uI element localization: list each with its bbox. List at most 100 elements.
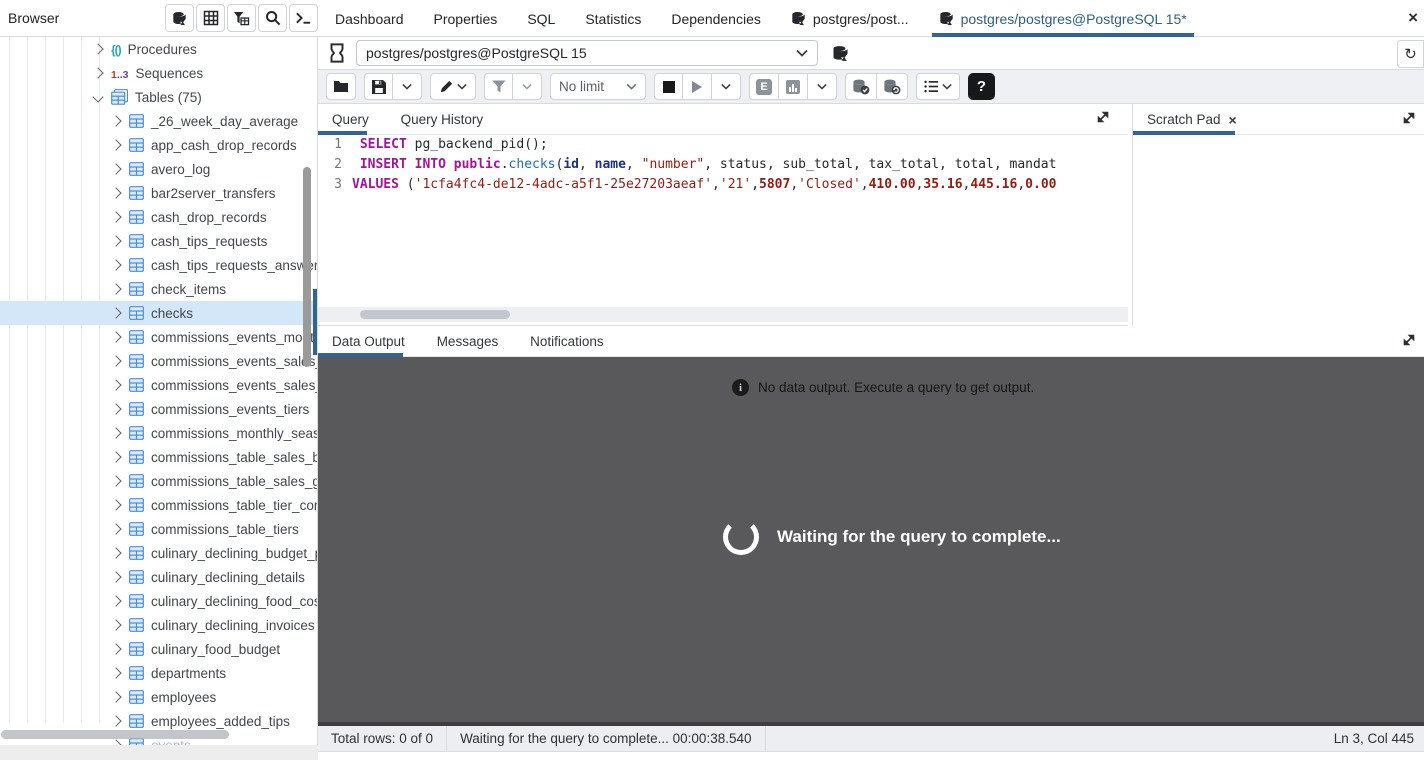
view-data-grid-button[interactable] <box>196 4 225 32</box>
chevron-right-icon[interactable] <box>110 667 122 679</box>
chevron-right-icon[interactable] <box>110 307 122 319</box>
output-expand-icon[interactable] <box>1402 333 1416 347</box>
tab-scratch-pad[interactable]: Scratch Pad × <box>1133 104 1251 135</box>
explain-analyze-button[interactable] <box>779 73 808 100</box>
tab-messages[interactable]: Messages <box>423 326 513 357</box>
row-limit-select[interactable]: No limit <box>550 73 646 100</box>
object-menu-button[interactable] <box>165 4 194 32</box>
tree-item-culinary_declining_details[interactable]: culinary_declining_details <box>0 565 317 589</box>
open-file-button[interactable] <box>326 73 356 100</box>
help-button[interactable]: ? <box>968 73 995 100</box>
connection-select[interactable]: postgres/postgres@PostgreSQL 15 <box>356 40 818 66</box>
tree-item-employees[interactable]: employees <box>0 685 317 709</box>
tree-item-procedures[interactable]: {() Procedures <box>0 37 317 61</box>
psql-tool-button[interactable] <box>289 4 318 32</box>
chevron-right-icon[interactable] <box>110 715 122 727</box>
tree-item-commissions_events_tiers[interactable]: commissions_events_tiers <box>0 397 317 421</box>
chevron-right-icon[interactable] <box>110 547 122 559</box>
tree-item-check_items[interactable]: check_items <box>0 277 317 301</box>
tree-item-commissions_table_sales_g[interactable]: commissions_table_sales_g <box>0 469 317 493</box>
tree-item-checks[interactable]: checks <box>0 301 317 325</box>
rollback-button[interactable] <box>877 73 908 100</box>
tree-item-tables75[interactable]: Tables (75) <box>0 85 317 109</box>
chevron-right-icon[interactable] <box>110 451 122 463</box>
tree-item-culinary_declining_invoices[interactable]: culinary_declining_invoices <box>0 613 317 637</box>
tab-query[interactable]: Query <box>318 104 383 135</box>
scratch-pad-expand-icon[interactable] <box>1402 111 1416 125</box>
tree-item-commissions_table_tiers[interactable]: commissions_table_tiers <box>0 517 317 541</box>
tree-item-departments[interactable]: departments <box>0 661 317 685</box>
tree-item-commissions_monthly_seas[interactable]: commissions_monthly_seas <box>0 421 317 445</box>
new-connection-button[interactable] <box>832 45 849 62</box>
cancel-query-button[interactable] <box>654 73 683 100</box>
chevron-right-icon[interactable] <box>110 235 122 247</box>
chevron-right-icon[interactable] <box>110 163 122 175</box>
tree-item-commissions_events_month[interactable]: commissions_events_month <box>0 325 317 349</box>
chevron-right-icon[interactable] <box>110 595 122 607</box>
chevron-right-icon[interactable] <box>110 403 122 415</box>
main-tab-4[interactable]: Dependencies <box>656 0 776 37</box>
main-tab-2[interactable]: SQL <box>512 0 570 37</box>
editor-horizontal-scrollbar[interactable] <box>360 310 510 319</box>
commit-button[interactable] <box>845 73 877 100</box>
tab-query-history[interactable]: Query History <box>387 104 498 135</box>
filter-button[interactable] <box>484 73 513 100</box>
main-tab-6[interactable]: postgres/postgres@PostgreSQL 15* <box>924 0 1202 37</box>
tree-item-commissions_table_sales_b[interactable]: commissions_table_sales_b <box>0 445 317 469</box>
close-icon[interactable]: × <box>1408 8 1418 28</box>
tab-data-output[interactable]: Data Output <box>318 326 419 357</box>
tree-item-commissions_events_sales_[interactable]: commissions_events_sales_ <box>0 349 317 373</box>
editor-line[interactable]: 3 VALUES ('1cfa4fc4-de12-4adc-a5f1-25e272… <box>318 175 1128 195</box>
save-menu-button[interactable] <box>393 73 422 100</box>
tree-item-app_cash_drop_records[interactable]: app_cash_drop_records <box>0 133 317 157</box>
chevron-right-icon[interactable] <box>110 619 122 631</box>
tree-item-commissions_table_tier_cor[interactable]: commissions_table_tier_cor <box>0 493 317 517</box>
chevron-right-icon[interactable] <box>110 475 122 487</box>
explain-button[interactable]: E <box>749 73 779 100</box>
sidebar-horizontal-scrollbar[interactable] <box>1 730 229 739</box>
chevron-right-icon[interactable] <box>110 355 122 367</box>
tree-item-commissions_events_sales_[interactable]: commissions_events_sales_ <box>0 373 317 397</box>
tree-item-culinary_declining_food_cos[interactable]: culinary_declining_food_cos <box>0 589 317 613</box>
reset-layout-button[interactable]: ↻ <box>1397 40 1424 68</box>
macros-menu-button[interactable] <box>916 73 960 100</box>
filtered-rows-button[interactable] <box>227 4 256 32</box>
editor-line[interactable]: 2 INSERT INTO public.checks(id, name, "n… <box>318 155 1128 175</box>
sql-editor[interactable]: 1 SELECT pg_backend_pid(); 2 INSERT INTO … <box>318 135 1128 307</box>
main-tab-1[interactable]: Properties <box>419 0 513 37</box>
tab-notifications[interactable]: Notifications <box>516 326 618 357</box>
tree-item-sequences[interactable]: 1..3 Sequences <box>0 61 317 85</box>
chevron-right-icon[interactable] <box>110 499 122 511</box>
chevron-right-icon[interactable] <box>110 187 122 199</box>
tree-item-cash_tips_requests[interactable]: cash_tips_requests <box>0 229 317 253</box>
chevron-right-icon[interactable] <box>110 379 122 391</box>
tree-item-cash_drop_records[interactable]: cash_drop_records <box>0 205 317 229</box>
execute-button[interactable] <box>683 73 712 100</box>
chevron-right-icon[interactable] <box>110 139 122 151</box>
main-tab-3[interactable]: Statistics <box>570 0 656 37</box>
tree-item-cash_tips_requests_answers[interactable]: cash_tips_requests_answers <box>0 253 317 277</box>
chevron-right-icon[interactable] <box>110 643 122 655</box>
chevron-right-icon[interactable] <box>110 211 122 223</box>
tree-item-avero_log[interactable]: avero_log <box>0 157 317 181</box>
tree-item-_26_week_day_average[interactable]: _26_week_day_average <box>0 109 317 133</box>
tree-item-culinary_food_budget[interactable]: culinary_food_budget <box>0 637 317 661</box>
main-tab-0[interactable]: Dashboard <box>320 0 419 37</box>
query-expand-icon[interactable] <box>1096 110 1110 124</box>
chevron-right-icon[interactable] <box>92 67 104 79</box>
sidebar-vertical-scrollbar[interactable] <box>303 167 311 367</box>
save-file-button[interactable] <box>364 73 393 100</box>
chevron-right-icon[interactable] <box>110 691 122 703</box>
filter-menu-button[interactable] <box>513 73 542 100</box>
explain-menu-button[interactable] <box>808 73 837 100</box>
chevron-right-icon[interactable] <box>92 43 104 55</box>
tree-item-bar2server_transfers[interactable]: bar2server_transfers <box>0 181 317 205</box>
chevron-right-icon[interactable] <box>110 427 122 439</box>
chevron-right-icon[interactable] <box>110 523 122 535</box>
close-icon[interactable]: × <box>1229 112 1237 128</box>
chevron-right-icon[interactable] <box>110 571 122 583</box>
chevron-right-icon[interactable] <box>110 259 122 271</box>
tree-item-culinary_declining_budget_p[interactable]: culinary_declining_budget_p <box>0 541 317 565</box>
chevron-down-icon[interactable] <box>92 91 104 103</box>
chevron-right-icon[interactable] <box>110 283 122 295</box>
